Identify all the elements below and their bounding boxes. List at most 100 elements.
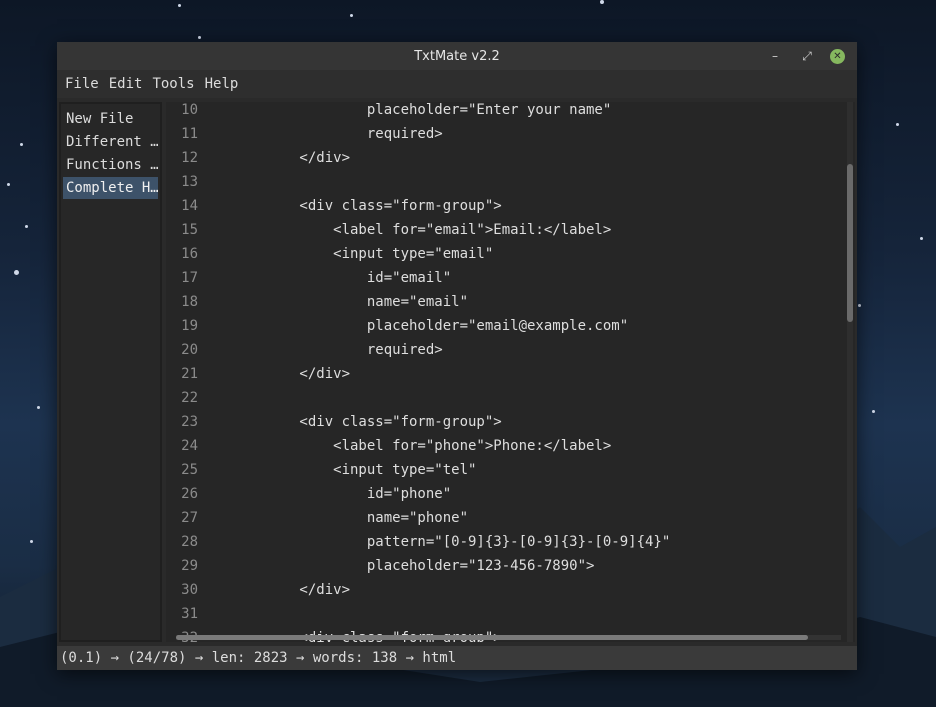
menu-edit[interactable]: Edit [109, 76, 143, 92]
line-number: 14 [181, 198, 198, 214]
code-line: 14 <div class="form-group"> [166, 198, 841, 222]
line-number: 15 [181, 222, 198, 238]
status-bar: (0.1) → (24/78) → len: 2823 → words: 138… [57, 646, 857, 670]
star [25, 225, 28, 228]
code-editor[interactable]: 10 placeholder="Enter your name" 11 requi… [166, 102, 855, 642]
line-code: <input type="email" [232, 246, 494, 262]
line-number: 27 [181, 510, 198, 526]
line-number: 13 [181, 174, 198, 190]
line-code: <label for="email">Email:</label> [232, 222, 612, 238]
star [7, 183, 10, 186]
line-number: 19 [181, 318, 198, 334]
line-number: 11 [181, 126, 198, 142]
status-text: (0.1) → (24/78) → len: 2823 → words: 138… [60, 650, 457, 666]
star [920, 237, 923, 240]
code-line: 22 [166, 390, 841, 414]
code-line: 23 <div class="form-group"> [166, 414, 841, 438]
line-number: 24 [181, 438, 198, 454]
line-code: id="email" [232, 270, 452, 286]
close-button[interactable]: ✕ [830, 48, 845, 64]
minimize-button[interactable]: – [766, 47, 784, 65]
maximize-button[interactable]: ⤢ [798, 47, 816, 65]
line-number: 20 [181, 342, 198, 358]
code-line: 24 <label for="phone">Phone:</label> [166, 438, 841, 462]
code-lines: 10 placeholder="Enter your name" 11 requi… [166, 102, 841, 642]
star [198, 36, 201, 39]
line-number: 26 [181, 486, 198, 502]
code-line: 29 placeholder="123-456-7890"> [166, 558, 841, 582]
horizontal-scroll-thumb[interactable] [176, 635, 808, 640]
line-number: 25 [181, 462, 198, 478]
sidebar-item-new-file[interactable]: New File [63, 108, 158, 130]
line-code: name="email" [232, 294, 469, 310]
line-number: 10 [181, 102, 198, 118]
line-code: <div class="form-group"> [232, 414, 502, 430]
line-code: <label for="phone">Phone:</label> [232, 438, 612, 454]
line-code: placeholder="123-456-7890"> [232, 558, 595, 574]
code-line: 13 [166, 174, 841, 198]
line-code: pattern="[0-9]{3}-[0-9]{3}-[0-9]{4}" [232, 534, 671, 550]
star [14, 270, 19, 275]
line-code: </div> [232, 150, 351, 166]
line-number: 30 [181, 582, 198, 598]
vertical-scroll-thumb[interactable] [847, 164, 853, 322]
sidebar-item-different[interactable]: Different … [63, 131, 158, 153]
code-line: 10 placeholder="Enter your name" [166, 102, 841, 126]
window-title: TxtMate v2.2 [414, 48, 500, 64]
code-line: 27 name="phone" [166, 510, 841, 534]
menu-help[interactable]: Help [205, 76, 239, 92]
main-content: New File Different … Functions … Complet… [57, 98, 857, 646]
minimize-icon: – [772, 49, 778, 63]
star [600, 0, 604, 4]
file-sidebar: New File Different … Functions … Complet… [59, 102, 162, 642]
line-code: name="phone" [232, 510, 469, 526]
code-line: 25 <input type="tel" [166, 462, 841, 486]
code-line: 16 <input type="email" [166, 246, 841, 270]
line-code: placeholder="email@example.com" [232, 318, 629, 334]
menu-tools[interactable]: Tools [152, 76, 194, 92]
star [178, 4, 181, 7]
close-icon: ✕ [833, 50, 842, 62]
line-code: placeholder="Enter your name" [232, 102, 612, 118]
sidebar-item-complete[interactable]: Complete H… [63, 177, 158, 199]
sidebar-item-functions[interactable]: Functions … [63, 154, 158, 176]
star [872, 410, 875, 413]
vertical-scrollbar[interactable] [847, 102, 853, 642]
star [37, 406, 40, 409]
maximize-icon: ⤢ [802, 48, 812, 63]
line-code: required> [232, 126, 443, 142]
star [858, 304, 861, 307]
star [896, 123, 899, 126]
title-bar: TxtMate v2.2 – ⤢ ✕ [57, 42, 857, 70]
horizontal-scrollbar[interactable] [176, 635, 841, 640]
line-number: 23 [181, 414, 198, 430]
code-line: 18 name="email" [166, 294, 841, 318]
code-line: 26 id="phone" [166, 486, 841, 510]
code-line: 28 pattern="[0-9]{3}-[0-9]{3}-[0-9]{4}" [166, 534, 841, 558]
code-line: 31 [166, 606, 841, 630]
line-number: 31 [181, 606, 198, 622]
line-code: id="phone" [232, 486, 452, 502]
code-line: 19 placeholder="email@example.com" [166, 318, 841, 342]
line-code: </div> [232, 582, 351, 598]
line-number: 17 [181, 270, 198, 286]
line-number: 21 [181, 366, 198, 382]
line-number: 16 [181, 246, 198, 262]
line-number: 28 [181, 534, 198, 550]
code-line: 15 <label for="email">Email:</label> [166, 222, 841, 246]
star [20, 143, 23, 146]
code-line: 17 id="email" [166, 270, 841, 294]
star [350, 14, 353, 17]
code-line: 20 required> [166, 342, 841, 366]
window-controls: – ⤢ ✕ [766, 42, 845, 70]
menu-file[interactable]: File [65, 76, 99, 92]
line-number: 29 [181, 558, 198, 574]
line-code: <div class="form-group"> [232, 198, 502, 214]
line-number: 22 [181, 390, 198, 406]
code-line: 21 </div> [166, 366, 841, 390]
line-number: 18 [181, 294, 198, 310]
code-line: 30 </div> [166, 582, 841, 606]
